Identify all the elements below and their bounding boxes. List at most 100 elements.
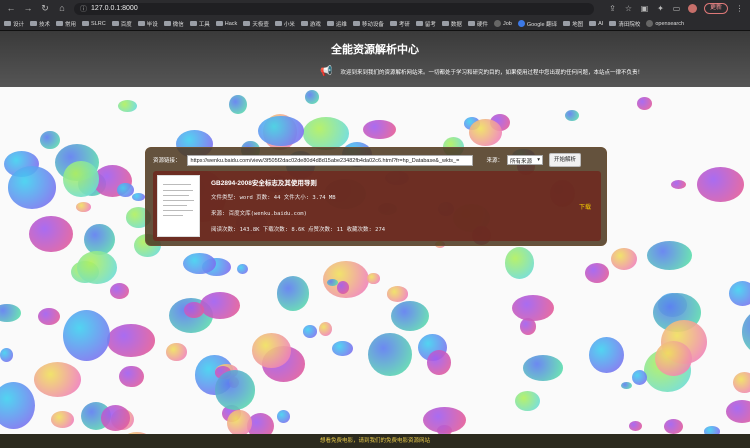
bookmark-item[interactable]: 设计	[4, 20, 24, 28]
bookmark-label: 微信	[172, 21, 184, 28]
resource-link-input[interactable]: https://wenku.baidu.com/view/3f505f2dac0…	[186, 154, 473, 166]
decorative-shape	[326, 279, 338, 287]
decorative-shape	[732, 372, 750, 394]
decorative-shape	[37, 307, 60, 325]
decorative-shape	[166, 343, 187, 361]
info-icon[interactable]: ⓘ	[80, 4, 87, 14]
decorative-shape	[252, 333, 292, 368]
bookmark-label: 移动设备	[361, 21, 384, 28]
bookmark-item[interactable]: 微信	[163, 20, 184, 28]
avatar[interactable]	[687, 4, 697, 13]
bookmark-item[interactable]: 考研	[389, 20, 410, 28]
puzzle-icon[interactable]: ✦	[656, 4, 665, 13]
bookmark-item[interactable]: Google 翻译	[517, 20, 558, 28]
bookmark-item[interactable]: 地图	[563, 20, 583, 28]
share-icon[interactable]: ⇪	[608, 4, 617, 13]
link-label: 资源链接：	[153, 158, 181, 164]
decorative-shape	[636, 97, 652, 110]
bookmark-item[interactable]: AI	[589, 21, 603, 27]
decorative-shape	[75, 201, 92, 212]
bookmark-label: SLRC	[91, 20, 106, 27]
bookmark-item[interactable]: 运维	[326, 20, 347, 28]
bookmark-label: opensearch	[655, 20, 685, 27]
download-link[interactable]: 下载	[579, 202, 591, 211]
decorative-shape	[63, 161, 99, 197]
decorative-shape	[522, 355, 563, 381]
folder-icon	[137, 21, 145, 26]
folder-icon	[646, 20, 654, 27]
decorative-shape	[632, 369, 648, 385]
bookmark-item[interactable]: 留考	[415, 20, 436, 28]
folder-icon	[82, 21, 90, 26]
back-icon[interactable]: ←	[6, 4, 16, 13]
page-title: 全能资源解析中心	[331, 44, 419, 56]
bookmark-label: 工具	[198, 21, 210, 28]
folder-icon	[215, 21, 223, 26]
decorative-shape	[646, 241, 692, 271]
bookmark-label: AI	[598, 20, 604, 27]
bookmark-star-icon[interactable]: ☆	[624, 4, 633, 13]
decorative-shape	[101, 405, 131, 431]
decorative-shape	[621, 382, 633, 390]
source-select-value: 所有来源	[510, 159, 533, 165]
bookmark-item[interactable]: 游戏	[300, 20, 321, 28]
bookmark-label: Google 翻译	[526, 21, 558, 28]
bookmark-item[interactable]: 百度	[111, 20, 132, 28]
decorative-shape	[469, 119, 502, 146]
bookmark-item[interactable]: 工具	[189, 20, 210, 28]
address-bar[interactable]: ⓘ 127.0.0.1:8000	[74, 2, 594, 15]
bookmark-item[interactable]: 常用	[56, 20, 76, 28]
result-card: GB2894-2008安全标志及其使用导则 文件类型: word 页数: 44 …	[153, 171, 601, 241]
decorative-shape	[729, 281, 750, 306]
footer-banner[interactable]: 想看免费电影，请到我们的免费电影资源网站	[0, 434, 750, 448]
folder-icon	[493, 20, 501, 27]
reload-icon[interactable]: ↻	[40, 4, 50, 13]
bookmark-item[interactable]: 天极壹	[243, 20, 269, 28]
bookmark-label: 常用	[65, 21, 77, 28]
folder-icon	[467, 21, 475, 26]
decorative-shape	[229, 94, 247, 114]
decorative-shape	[0, 303, 22, 323]
bookmark-item[interactable]: Hack	[215, 21, 237, 27]
forward-icon[interactable]: →	[23, 4, 33, 13]
folder-icon	[389, 21, 397, 26]
home-icon[interactable]: ⌂	[57, 4, 67, 13]
bookmark-label: 清田院校	[618, 21, 641, 28]
bookmark-item[interactable]: SLRC	[82, 21, 106, 27]
bookmark-label: 毕设	[146, 21, 158, 28]
decorative-shape	[117, 183, 134, 198]
decorative-shape	[226, 409, 252, 437]
bookmark-label: 游戏	[309, 21, 321, 28]
start-parse-button[interactable]: 开始解析	[549, 153, 582, 167]
bookmark-item[interactable]: 小米	[274, 20, 295, 28]
update-button[interactable]: 更新	[703, 3, 728, 14]
menu-icon[interactable]: ⋮	[735, 4, 744, 13]
bookmark-item[interactable]: Job	[493, 20, 512, 27]
bookmark-label: 地图	[572, 21, 584, 28]
google-icon	[517, 20, 525, 27]
bookmark-item[interactable]: 移动设备	[352, 20, 384, 28]
bookmark-item[interactable]: 数据	[441, 20, 462, 28]
decorative-shape	[33, 362, 82, 398]
decorative-shape	[511, 295, 554, 322]
bookmark-item[interactable]: 硬件	[467, 20, 488, 28]
sidebar-icon[interactable]: ▭	[672, 4, 681, 13]
decorative-shape	[423, 406, 466, 433]
extension-icon[interactable]: ▣	[640, 4, 649, 13]
document-thumbnail	[157, 175, 200, 237]
site-header: 全能资源解析中心 📢 欢迎到来到我们的资源解析网站来。一切都处于学习和研究的目的…	[0, 31, 750, 87]
bookmark-item[interactable]: 技术	[30, 20, 50, 28]
folder-icon	[111, 21, 119, 26]
decorative-shape	[237, 263, 248, 275]
address-text: 127.0.0.1:8000	[91, 5, 138, 12]
folder-icon	[589, 21, 597, 26]
bookmark-item[interactable]: 清田院校	[609, 20, 640, 28]
stats-line: 阅读次数: 143.8K 下载次数: 8.6K 点赞次数: 11 收藏次数: 2…	[211, 227, 386, 233]
decorative-shape	[200, 291, 241, 319]
bookmark-label: 天极壹	[252, 21, 269, 28]
folder-icon	[300, 21, 308, 26]
bookmark-item[interactable]: opensearch	[646, 20, 684, 27]
source-select[interactable]: 所有来源 ▾	[507, 155, 544, 165]
decorative-shape	[0, 381, 36, 429]
bookmark-item[interactable]: 毕设	[137, 20, 158, 28]
